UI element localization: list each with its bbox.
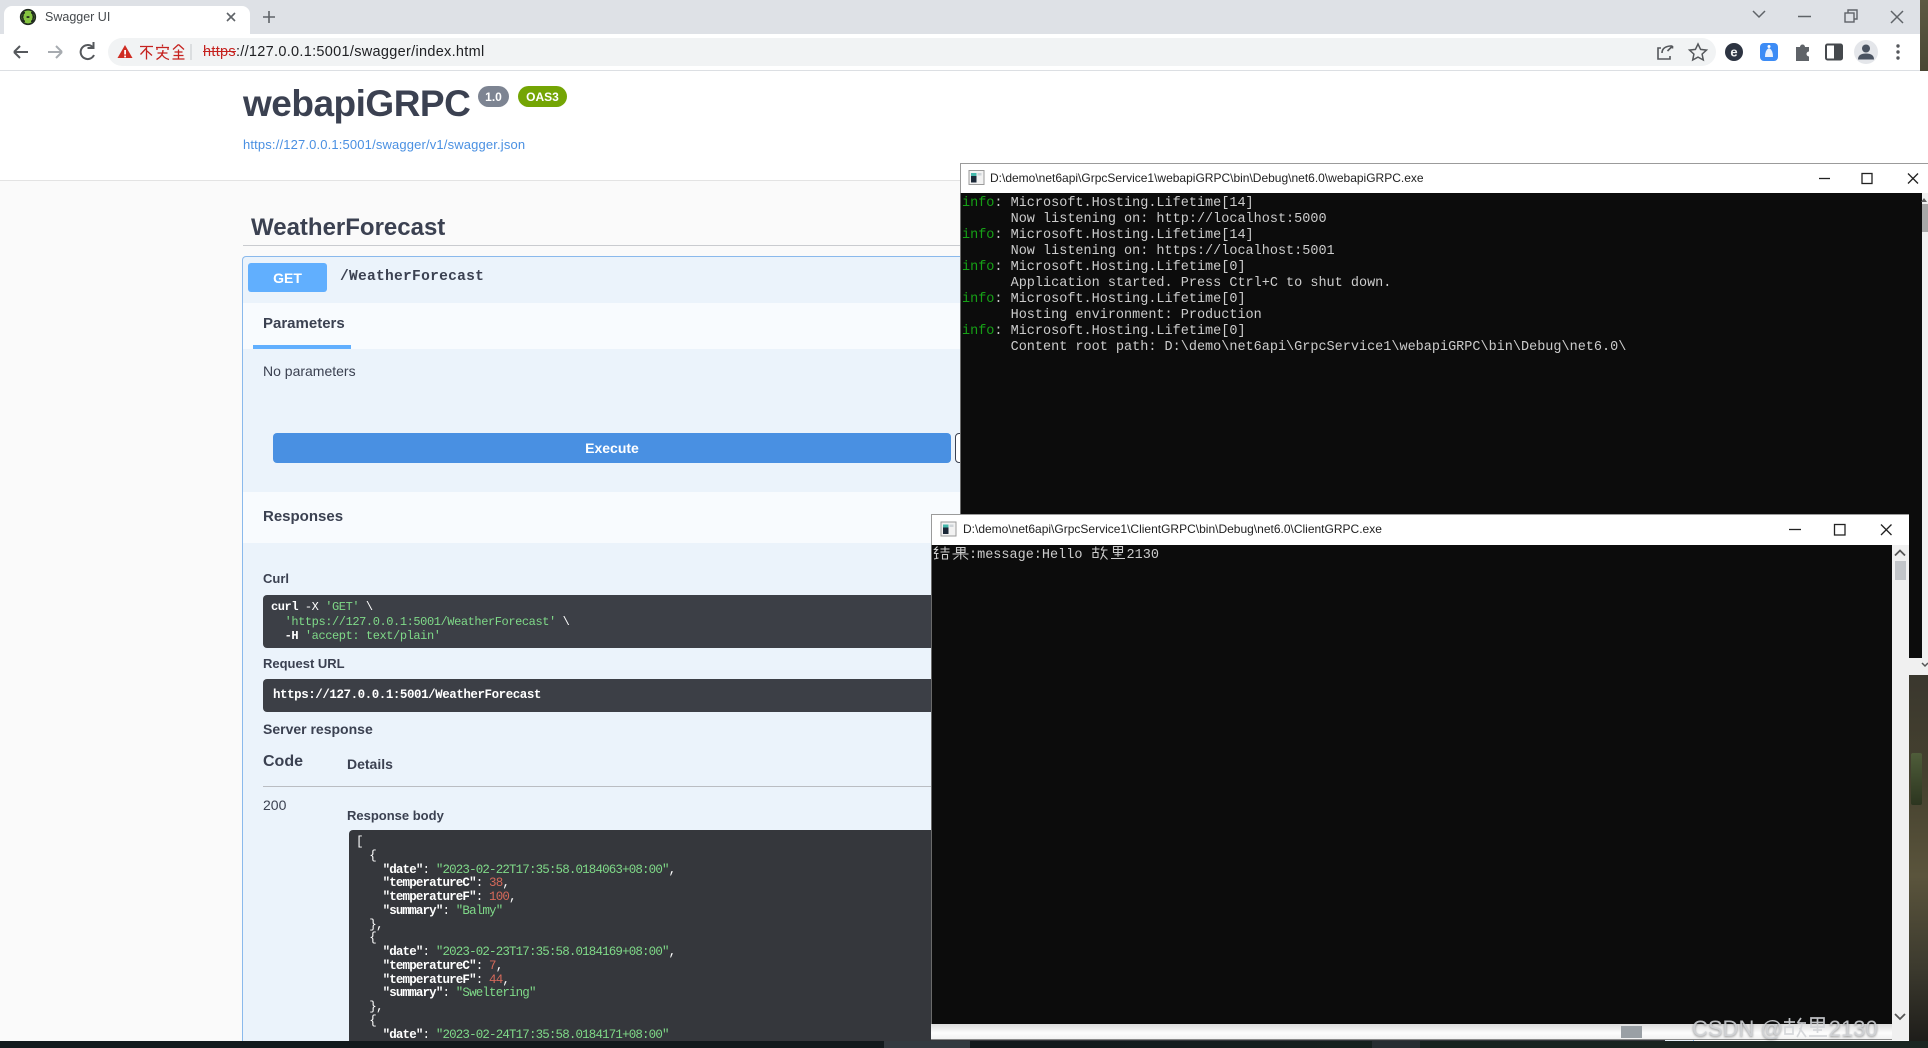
svg-text:e: e <box>1730 45 1737 60</box>
